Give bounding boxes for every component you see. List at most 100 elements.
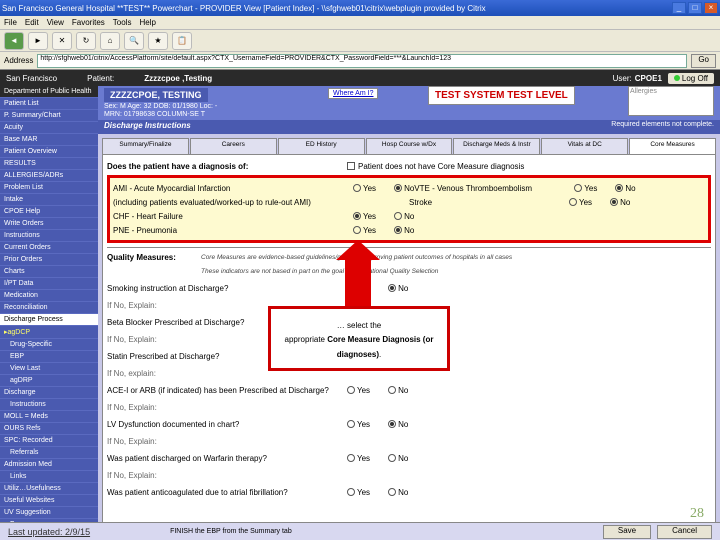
tab[interactable]: Vitals at DC — [541, 138, 628, 154]
sidebar-item[interactable]: Discharge Process — [0, 314, 98, 326]
sidebar-item[interactable]: Charts — [0, 266, 98, 278]
sidebar-item[interactable]: Intake — [0, 194, 98, 206]
sidebar-item[interactable]: Useful Websites — [0, 495, 98, 507]
menu-edit[interactable]: Edit — [25, 18, 39, 27]
finish-note: FINISH the EBP from the Summary tab — [170, 528, 292, 535]
instruction-callout: … select the appropriate Core Measure Di… — [268, 306, 450, 371]
sidebar-item[interactable]: I/PT Data — [0, 278, 98, 290]
history-button[interactable]: 📋 — [172, 32, 192, 50]
sidebar-item[interactable]: P. Summary/Chart — [0, 110, 98, 122]
stop-button[interactable]: ✕ — [52, 32, 72, 50]
sidebar-item[interactable]: Drug-Specific — [0, 339, 98, 351]
diag-label: CHF - Heart Failure — [113, 212, 353, 221]
status-dot-icon — [674, 75, 680, 81]
sidebar-item[interactable]: OURS Refs — [0, 423, 98, 435]
diag-label: VTE - Venous Thromboembolism — [414, 184, 574, 193]
no-radio[interactable]: No — [388, 454, 408, 463]
qm-question: Smoking instruction at Discharge? — [107, 284, 347, 293]
menu-help[interactable]: Help — [139, 18, 155, 27]
no-radio[interactable]: No — [615, 184, 635, 193]
sidebar-item[interactable]: Base MAR — [0, 134, 98, 146]
no-radio[interactable]: No — [388, 488, 408, 497]
sidebar-item[interactable]: RESULTS — [0, 158, 98, 170]
sidebar-item[interactable]: Problem List — [0, 182, 98, 194]
yes-radio[interactable]: Yes — [353, 184, 376, 193]
menu-file[interactable]: File — [4, 18, 17, 27]
sidebar-item[interactable]: Reconciliation — [0, 302, 98, 314]
no-radio[interactable]: No — [388, 420, 408, 429]
tab[interactable]: Core Measures — [629, 138, 716, 154]
sidebar-item[interactable]: Referrals — [0, 447, 98, 459]
go-button[interactable]: Go — [691, 54, 716, 68]
sidebar-item[interactable]: agDRP — [0, 375, 98, 387]
no-radio[interactable]: No — [394, 212, 414, 221]
minimize-button[interactable]: _ — [672, 2, 686, 14]
no-radio[interactable]: No — [610, 198, 630, 207]
menu-view[interactable]: View — [47, 18, 64, 27]
yes-radio[interactable]: Yes — [353, 226, 376, 235]
yes-radio[interactable]: Yes — [347, 386, 370, 395]
tab[interactable]: Discharge Meds & Instr — [453, 138, 540, 154]
yes-radio[interactable]: Yes — [574, 184, 597, 193]
refresh-button[interactable]: ↻ — [76, 32, 96, 50]
forward-button[interactable]: ► — [28, 32, 48, 50]
no-radio[interactable]: No — [388, 386, 408, 395]
user-name: CPOE1 — [635, 74, 662, 83]
menu-favorites[interactable]: Favorites — [72, 18, 105, 27]
sidebar-item[interactable]: Acuity — [0, 122, 98, 134]
sidebar-item[interactable]: Patient Overview — [0, 146, 98, 158]
yes-radio[interactable]: Yes — [347, 420, 370, 429]
yes-radio[interactable]: Yes — [347, 454, 370, 463]
yes-radio[interactable]: Yes — [569, 198, 592, 207]
no-radio[interactable]: No — [394, 184, 414, 193]
sidebar-item[interactable]: Utiliz…Usefulness — [0, 483, 98, 495]
no-radio[interactable]: No — [388, 284, 408, 293]
home-button[interactable]: ⌂ — [100, 32, 120, 50]
sidebar-item[interactable]: EBP — [0, 351, 98, 363]
sidebar-item[interactable]: Prior Orders — [0, 254, 98, 266]
tab[interactable]: Summary/Finalize — [102, 138, 189, 154]
favorites-button[interactable]: ★ — [148, 32, 168, 50]
last-updated: Last updated: 2/9/15 — [8, 527, 90, 537]
no-cm-checkbox[interactable] — [347, 162, 355, 170]
sidebar-item[interactable]: ALLERGIES/ADRs — [0, 170, 98, 182]
logoff-button[interactable]: Log Off — [668, 73, 714, 84]
sidebar-item[interactable]: SPC: Recorded — [0, 435, 98, 447]
sidebar-item[interactable]: CPOE Help — [0, 206, 98, 218]
no-radio[interactable]: No — [394, 226, 414, 235]
sidebar-item[interactable]: ▸agDCP — [0, 326, 98, 339]
save-button[interactable]: Save — [603, 525, 651, 539]
user-label: User: — [613, 74, 632, 83]
sidebar-item[interactable]: Current Orders — [0, 242, 98, 254]
allergies-box[interactable]: Allergies — [628, 86, 714, 116]
tab[interactable]: Hosp Course w/Dx — [366, 138, 453, 154]
yes-radio[interactable]: Yes — [353, 212, 376, 221]
tab[interactable]: Careers — [190, 138, 277, 154]
sidebar-item[interactable]: Links — [0, 471, 98, 483]
back-button[interactable]: ◄ — [4, 32, 24, 50]
sidebar-item[interactable]: Write Orders — [0, 218, 98, 230]
patient-demographics-2: MRN: 01798638 COLUMN-SE T — [104, 111, 714, 118]
tab[interactable]: ED History — [278, 138, 365, 154]
yes-radio[interactable]: Yes — [347, 488, 370, 497]
section-title: Discharge Instructions — [104, 121, 191, 130]
sidebar-item[interactable]: Instructions — [0, 399, 98, 411]
sidebar-item[interactable]: UV Suggestion — [0, 507, 98, 519]
sidebar-item[interactable]: View Last — [0, 363, 98, 375]
search-button[interactable]: 🔍 — [124, 32, 144, 50]
where-am-i-link[interactable]: Where Am I? — [328, 88, 378, 99]
sidebar-item[interactable]: Discharge — [0, 387, 98, 399]
sidebar-item[interactable]: Admission Med — [0, 459, 98, 471]
required-note: Required elements not complete. — [611, 121, 714, 128]
maximize-button[interactable]: □ — [688, 2, 702, 14]
diagnosis-prompt: Does the patient have a diagnosis of: — [107, 162, 347, 171]
close-button[interactable]: × — [704, 2, 718, 14]
menu-tools[interactable]: Tools — [113, 18, 132, 27]
address-input[interactable]: http://sfghweb01/citrix/AccessPlatform/s… — [37, 54, 687, 68]
sidebar-item[interactable]: Medication — [0, 290, 98, 302]
sidebar-item[interactable]: Patient List — [0, 98, 98, 110]
sidebar: Department of Public Health Patient List… — [0, 86, 98, 540]
cancel-button[interactable]: Cancel — [657, 525, 712, 539]
sidebar-item[interactable]: MOLL = Meds — [0, 411, 98, 423]
sidebar-item[interactable]: Instructions — [0, 230, 98, 242]
